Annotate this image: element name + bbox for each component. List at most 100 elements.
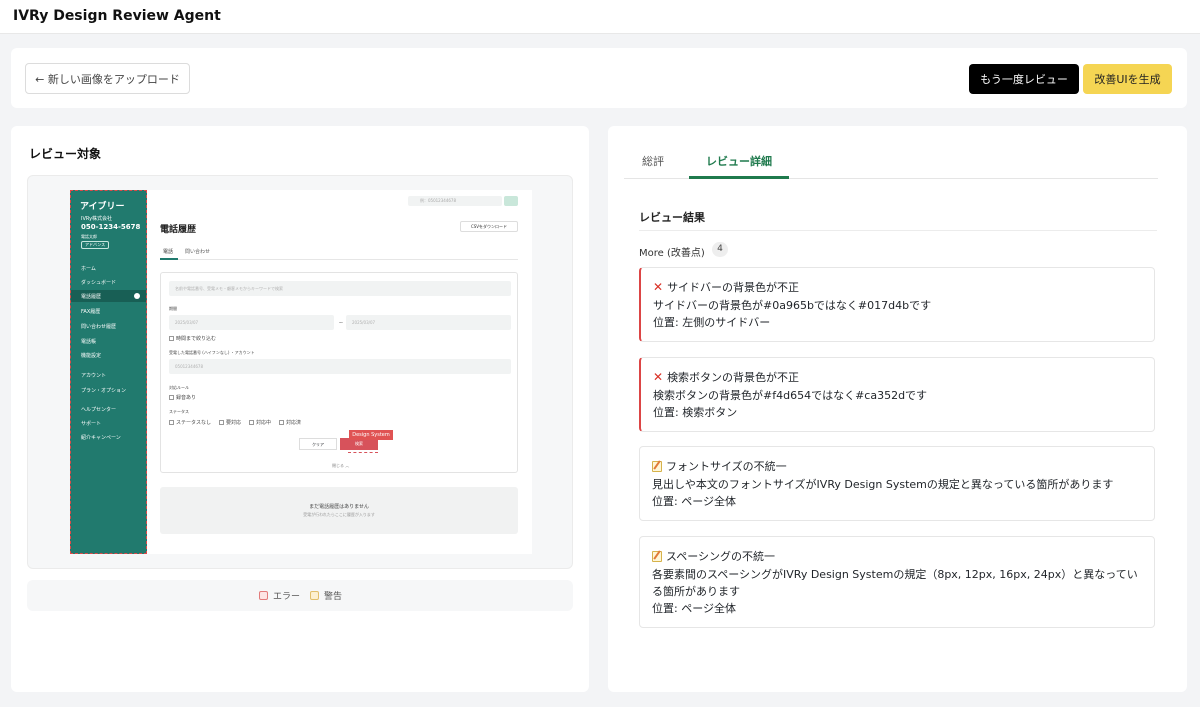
preview-user: 電話太郎 <box>81 234 97 239</box>
legend-warning-label: 警告 <box>324 592 343 602</box>
toolbar: ← 新しい画像をアップロード もう一度レビュー 改善UIを生成 <box>11 48 1187 108</box>
preview-number-input: 05012344678 <box>169 359 511 374</box>
generate-improved-ui-button[interactable]: 改善UIを生成 <box>1083 64 1172 94</box>
preview-plan-badge: アドバンス <box>81 241 110 249</box>
review-card-warning: スペーシングの不統一 各要素間のスペーシングがIVRy Design Syste… <box>639 536 1155 628</box>
app-title: IVRy Design Review Agent <box>13 8 221 24</box>
preview-nav-item: 電話帳 <box>81 338 97 345</box>
section-divider <box>639 230 1157 231</box>
preview-tab-indicator <box>160 258 178 260</box>
preview-image: アイブリー IVRy株式会社 050-1234-5678 電話太郎 アドバンス … <box>70 190 532 554</box>
card-title-text: サイドバーの背景色が不正 <box>667 281 800 294</box>
card-location: 位置: ページ全体 <box>652 495 736 508</box>
rereview-button[interactable]: もう一度レビュー <box>969 64 1079 94</box>
legend-warning: 警告 <box>310 589 342 602</box>
preview-nav-item-active: 電話履歴 <box>71 290 146 302</box>
preview-status-checkbox: ステータスなし <box>169 419 211 426</box>
legend-error-label: エラー <box>273 592 301 602</box>
preview-csv-button: CSVをダウンロード <box>460 221 518 232</box>
preview-status-option: 要対応 <box>226 420 242 426</box>
card-location: 位置: 検索ボタン <box>653 406 738 419</box>
upload-new-image-button[interactable]: ← 新しい画像をアップロード <box>25 63 190 94</box>
preview-status-checkbox: 対応済 <box>279 419 301 426</box>
preview-tab: 電話 <box>163 249 174 255</box>
card-title-text: 検索ボタンの背景色が不正 <box>667 371 800 384</box>
preview-empty-state: まだ電話履歴はありません 受電が行われたらここに履歴が入ります <box>160 487 518 534</box>
card-title-text: フォントサイズの不統一 <box>666 460 787 473</box>
review-target-title: レビュー対象 <box>29 147 102 161</box>
preview-nav-item: FAX履歴 <box>81 308 101 315</box>
preview-status-option: ステータスなし <box>176 420 212 426</box>
error-x-icon: ✕ <box>653 370 664 384</box>
preview-empty-title: まだ電話履歴はありません <box>309 504 369 510</box>
preview-nav-item: 紹介キャンペーン <box>81 434 121 441</box>
review-card-error: ✕ サイドバーの背景色が不正 サイドバーの背景色が#0a965bではなく#017d… <box>639 267 1155 342</box>
preview-nav-item: プラン・オプション <box>81 387 127 394</box>
card-description: 検索ボタンの背景色が#f4d654ではなく#ca352dです <box>653 389 928 402</box>
preview-tab: 問い合わせ <box>185 249 211 255</box>
preview-heading: 電話履歴 <box>160 225 197 235</box>
preview-empty-subtitle: 受電が行われたらここに履歴が入ります <box>303 512 375 517</box>
preview-status-checkbox: 要対応 <box>219 419 241 426</box>
tab-summary[interactable]: 総評 <box>642 153 664 169</box>
preview-nav-item: アカウント <box>81 372 107 379</box>
preview-keyword-input: 名前や電話番号、受電メモ・顧客メモからキーワードで検索 <box>169 281 511 296</box>
preview-sidebar: アイブリー IVRy株式会社 050-1234-5678 電話太郎 アドバンス … <box>70 190 147 554</box>
badge-dot-icon <box>134 293 140 299</box>
preview-error-marker <box>348 452 378 453</box>
warning-swatch-icon <box>310 591 319 600</box>
review-target-panel: レビュー対象 アイブリー IVRy株式会社 050-1234-5678 電話太郎… <box>11 126 589 692</box>
preview-top-button <box>504 196 518 206</box>
error-x-icon: ✕ <box>653 280 664 294</box>
preview-filter-box: 名前や電話番号、受電メモ・顧客メモからキーワードで検索 期間 2025/03/0… <box>160 272 518 473</box>
card-title: フォントサイズの不統一 <box>652 458 787 474</box>
preview-status-checkbox: 対応中 <box>249 419 271 426</box>
preview-nav-item: ヘルプセンター <box>81 406 117 413</box>
review-results-panel: 総評 レビュー詳細 レビュー結果 More (改善点) 4 ✕ サイドバーの背景色… <box>608 126 1187 692</box>
preview-number-label: 受電した電話番号 (ハイフンなし) ・アカウント <box>169 350 255 355</box>
card-location: 位置: ページ全体 <box>652 602 736 615</box>
preview-nav-label: 電話履歴 <box>81 293 102 300</box>
card-description: 見出しや本文のフォントサイズがIVRy Design Systemの規定と異なっ… <box>652 478 1114 491</box>
preview-phone: 050-1234-5678 <box>81 223 141 231</box>
preview-status-option: 対応済 <box>286 420 302 426</box>
memo-icon <box>652 460 662 472</box>
card-title: ✕ サイドバーの背景色が不正 <box>653 279 799 295</box>
preview-nav-item: ホーム <box>81 265 96 272</box>
review-results-title: レビュー結果 <box>639 211 705 224</box>
preview-time-label: 時間まで絞り込む <box>176 336 217 342</box>
preview-nav-item: サポート <box>81 420 102 427</box>
preview-status-label: ステータス <box>169 409 189 414</box>
error-swatch-icon <box>259 591 268 600</box>
preview-date-from: 2025/03/07 <box>169 315 334 330</box>
preview-clear-button: クリア <box>299 438 337 450</box>
tab-review-detail[interactable]: レビュー詳細 <box>706 153 772 169</box>
card-description: サイドバーの背景色が#0a965bではなく#017d4bです <box>653 299 932 312</box>
preview-date-to: 2025/03/07 <box>346 315 511 330</box>
preview-nav-item: 問い合わせ履歴 <box>81 323 117 330</box>
review-card-warning: フォントサイズの不統一 見出しや本文のフォントサイズがIVRy Design S… <box>639 446 1155 521</box>
card-title: ✕ 検索ボタンの背景色が不正 <box>653 369 799 385</box>
preview-tab-divider <box>160 259 518 260</box>
preview-logo: アイブリー <box>80 202 125 212</box>
preview-nav-item: 機能設定 <box>81 352 102 359</box>
preview-time-checkbox: 時間まで絞り込む <box>169 335 216 342</box>
preview-status-option: 対応中 <box>256 420 272 426</box>
card-location: 位置: 左側のサイドバー <box>653 316 771 329</box>
preview-nav-item: ダッシュボード <box>81 279 117 286</box>
preview-rule-label: 対応ルール <box>169 385 189 390</box>
memo-icon <box>652 550 662 562</box>
preview-rule-checkbox: 録音あり <box>169 394 196 401</box>
legend: エラー 警告 <box>27 580 573 611</box>
review-card-error: ✕ 検索ボタンの背景色が不正 検索ボタンの背景色が#f4d654ではなく#ca35… <box>639 357 1155 432</box>
improvements-count-badge: 4 <box>712 242 728 257</box>
preview-company: IVRy株式会社 <box>81 216 113 222</box>
active-tab-indicator <box>689 176 789 179</box>
card-description: 各要素間のスペーシングがIVRy Design Systemの規定（8px, 1… <box>652 568 1138 598</box>
preview-date-separator: 〜 <box>339 320 343 325</box>
preview-top-search: 例：05012344678 <box>408 196 502 206</box>
improvements-label: More (改善点) <box>639 248 705 259</box>
legend-error: エラー <box>259 589 300 602</box>
preview-collapse-link: 閉じる ︿ <box>332 463 350 468</box>
preview-period-label: 期間 <box>169 306 177 311</box>
